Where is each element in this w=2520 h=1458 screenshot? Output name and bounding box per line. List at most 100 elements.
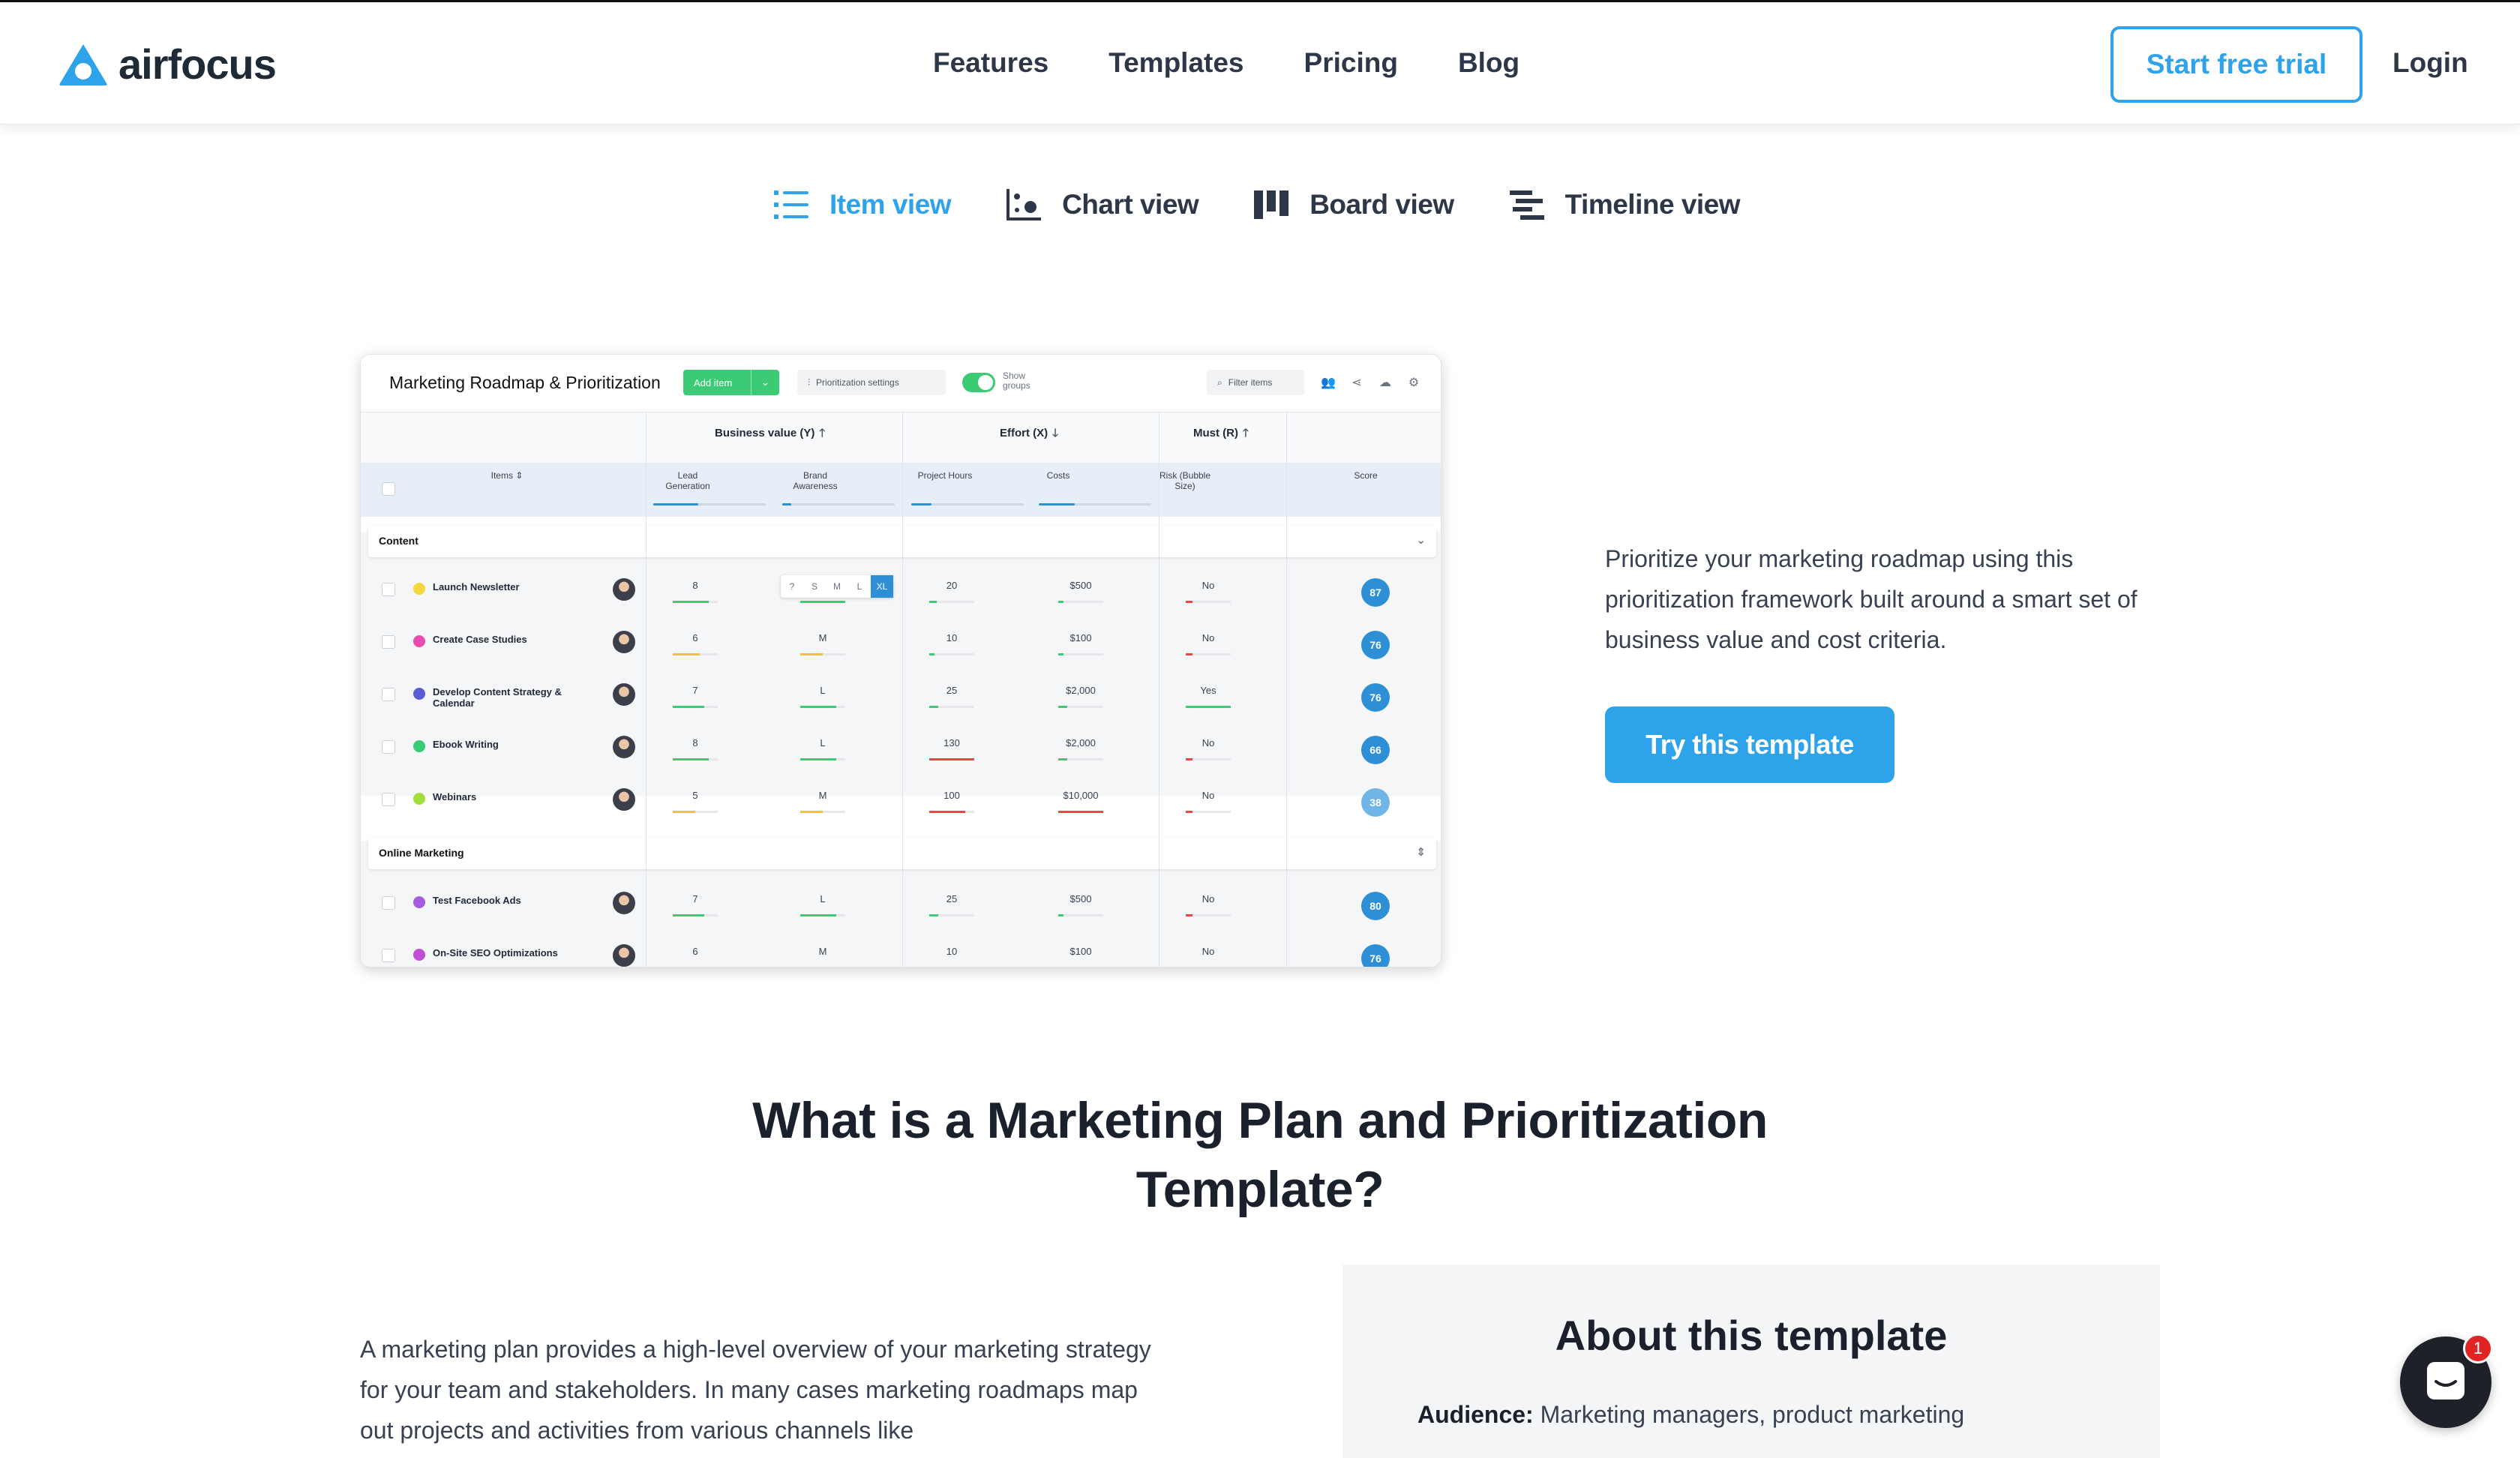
tab-item-view[interactable]: Item view [772, 188, 952, 222]
costs-value[interactable]: $500 [1058, 580, 1103, 591]
item-name[interactable]: Test Facebook Ads [433, 895, 575, 906]
nav-pricing[interactable]: Pricing [1304, 47, 1398, 79]
criterion-effort[interactable]: Effort (X) 🡓 [1000, 425, 1058, 444]
lead-gen-value[interactable]: 6 [673, 632, 718, 644]
tab-board-view[interactable]: Board view [1252, 188, 1454, 222]
row-checkbox[interactable] [382, 949, 395, 962]
costs-value[interactable]: $10,000 [1058, 790, 1103, 801]
users-icon[interactable]: 👥 [1321, 376, 1336, 391]
brand-value[interactable]: L [800, 737, 845, 748]
criterion-business-value[interactable]: Business value (Y) 🡑 [715, 425, 825, 444]
hours-value[interactable]: 10 [929, 946, 974, 957]
must-value[interactable]: No [1186, 632, 1231, 644]
size-option[interactable]: ? [781, 575, 803, 598]
avatar[interactable] [613, 578, 635, 601]
size-picker[interactable]: ? S M L XL [781, 575, 893, 598]
hours-value[interactable]: 100 [929, 790, 974, 801]
must-value[interactable]: No [1186, 790, 1231, 801]
col-brand-awareness[interactable]: Brand Awareness [785, 470, 845, 491]
item-name[interactable]: Develop Content Strategy & Calendar [433, 686, 575, 709]
item-name[interactable]: Launch Newsletter [433, 581, 575, 592]
row-checkbox[interactable] [382, 583, 395, 596]
table-row[interactable]: Test Facebook Ads 7 L 25 $500 No 80 [361, 880, 1441, 932]
item-name[interactable]: Webinars [433, 791, 575, 802]
costs-value[interactable]: $2,000 [1058, 685, 1103, 696]
nav-features[interactable]: Features [933, 47, 1048, 79]
brand-value[interactable]: M [800, 946, 845, 957]
start-free-trial-button[interactable]: Start free trial [2110, 26, 2362, 103]
lead-gen-value[interactable]: 5 [673, 790, 718, 801]
tab-chart-view[interactable]: Chart view [1005, 188, 1199, 222]
cloud-icon[interactable]: ☁ [1378, 376, 1393, 391]
avatar[interactable] [613, 631, 635, 653]
lead-gen-value[interactable]: 7 [673, 893, 718, 904]
hours-value[interactable]: 25 [929, 893, 974, 904]
prioritization-settings-button[interactable]: ⫶ Prioritization settings [797, 370, 946, 395]
row-checkbox[interactable] [382, 740, 395, 754]
table-row[interactable]: Webinars 5 M 100 $10,000 No 38 [361, 776, 1441, 829]
table-row[interactable]: Create Case Studies 6 M 10 $100 No 76 [361, 619, 1441, 671]
must-value[interactable]: Yes [1186, 685, 1231, 696]
brand-value[interactable]: L [800, 685, 845, 696]
chevron-down-icon[interactable]: ⌄ [751, 370, 779, 395]
col-risk[interactable]: Risk (Bubble Size) [1151, 470, 1219, 491]
must-value[interactable]: No [1186, 893, 1231, 904]
avatar[interactable] [613, 788, 635, 811]
item-name[interactable]: On-Site SEO Optimizations [433, 947, 575, 958]
table-row[interactable]: Ebook Writing 8 L 130 $2,000 No 66 [361, 724, 1441, 776]
hours-value[interactable]: 20 [929, 580, 974, 591]
tab-timeline-view[interactable]: Timeline view [1508, 188, 1741, 222]
col-items[interactable]: Items ⇕ [473, 470, 541, 481]
avatar[interactable] [613, 892, 635, 914]
settings-icon[interactable]: ⚙ [1406, 376, 1421, 391]
col-score[interactable]: Score [1343, 470, 1388, 481]
hours-value[interactable]: 130 [929, 737, 974, 748]
add-item-button[interactable]: Add item ⌄ [683, 370, 779, 395]
size-option[interactable]: XL [871, 575, 893, 598]
costs-value[interactable]: $500 [1058, 893, 1103, 904]
lead-gen-value[interactable]: 8 [673, 580, 718, 591]
size-option[interactable]: L [848, 575, 871, 598]
chevron-updown-icon[interactable]: ⇕ [1416, 845, 1426, 859]
lead-gen-value[interactable]: 8 [673, 737, 718, 748]
lead-gen-value[interactable]: 6 [673, 946, 718, 957]
criterion-must[interactable]: Must (R) 🡑 [1193, 425, 1249, 444]
must-value[interactable]: No [1186, 946, 1231, 957]
row-checkbox[interactable] [382, 635, 395, 649]
costs-value[interactable]: $100 [1058, 946, 1103, 957]
costs-value[interactable]: $100 [1058, 632, 1103, 644]
avatar[interactable] [613, 944, 635, 967]
select-all-checkbox[interactable] [382, 482, 395, 496]
nav-blog[interactable]: Blog [1458, 47, 1520, 79]
table-row[interactable]: On-Site SEO Optimizations 6 M 10 $100 No… [361, 932, 1441, 967]
lead-gen-value[interactable]: 7 [673, 685, 718, 696]
avatar[interactable] [613, 683, 635, 706]
avatar[interactable] [613, 736, 635, 758]
item-name[interactable]: Ebook Writing [433, 739, 575, 750]
logo[interactable]: airfocus [58, 40, 277, 88]
login-link[interactable]: Login [2392, 47, 2468, 79]
table-row[interactable]: Launch Newsletter 8 20 $500 No 87 ? S M L XL [361, 566, 1441, 619]
share-icon[interactable]: ⋖ [1349, 376, 1364, 391]
costs-value[interactable]: $2,000 [1058, 737, 1103, 748]
filter-items-input[interactable]: ⌕ Filter items [1207, 370, 1304, 395]
nav-templates[interactable]: Templates [1108, 47, 1244, 79]
brand-value[interactable]: M [800, 632, 845, 644]
row-checkbox[interactable] [382, 896, 395, 910]
item-name[interactable]: Create Case Studies [433, 634, 575, 645]
table-row[interactable]: Develop Content Strategy & Calendar 7 L … [361, 671, 1441, 724]
show-groups-toggle[interactable] [962, 373, 995, 392]
col-costs[interactable]: Costs [1036, 470, 1081, 481]
must-value[interactable]: No [1186, 580, 1231, 591]
chevron-down-icon[interactable]: ⌄ [1416, 533, 1426, 547]
hours-value[interactable]: 25 [929, 685, 974, 696]
brand-value[interactable]: M [800, 790, 845, 801]
must-value[interactable]: No [1186, 737, 1231, 748]
size-option[interactable]: S [803, 575, 826, 598]
hours-value[interactable]: 10 [929, 632, 974, 644]
row-checkbox[interactable] [382, 793, 395, 806]
try-template-button[interactable]: Try this template [1605, 706, 1894, 783]
col-lead-generation[interactable]: Lead Generation [658, 470, 718, 491]
row-checkbox[interactable] [382, 688, 395, 701]
size-option[interactable]: M [826, 575, 848, 598]
